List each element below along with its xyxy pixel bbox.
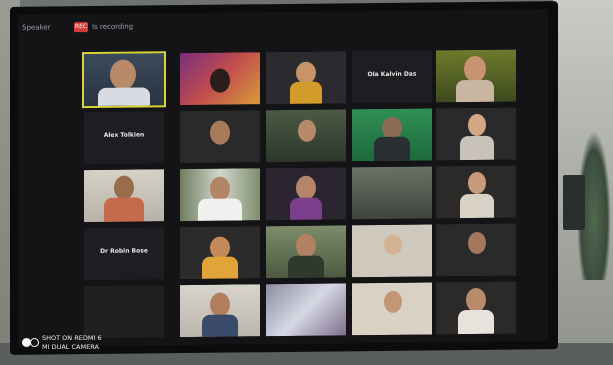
- participant-tile[interactable]: [180, 52, 260, 106]
- participant-tile[interactable]: [82, 51, 166, 109]
- participant-tile[interactable]: [436, 107, 516, 161]
- recording-status: Is recording: [92, 22, 134, 32]
- participant-display-name: Alex Tolkien: [103, 131, 145, 139]
- camera-watermark: SHOT ON REDMI 6 MI DUAL CAMERA: [42, 334, 102, 352]
- recording-badge: REC: [74, 22, 88, 33]
- watermark-line-2: MI DUAL CAMERA: [42, 343, 99, 351]
- participant-tile[interactable]: [266, 109, 346, 163]
- participant-tile[interactable]: [84, 169, 164, 223]
- video-call-screen: Speaker REC Is recording Ola Kalvin Das …: [18, 9, 548, 347]
- participant-tile[interactable]: [180, 284, 260, 338]
- view-mode-button[interactable]: Speaker: [22, 23, 50, 31]
- participant-tile[interactable]: [266, 225, 346, 279]
- participant-tile[interactable]: [352, 224, 432, 278]
- participant-tile[interactable]: [352, 108, 432, 162]
- participant-tile[interactable]: Dr Robin Bose: [84, 227, 164, 281]
- participant-tile[interactable]: [436, 49, 516, 103]
- participant-tile[interactable]: [266, 167, 346, 221]
- participant-tile[interactable]: [180, 226, 260, 280]
- meeting-toolbar: Speaker REC Is recording: [18, 9, 548, 41]
- participant-tile[interactable]: [436, 165, 516, 219]
- participant-tile[interactable]: Ola Kalvin Das: [352, 50, 432, 104]
- participant-tile[interactable]: [352, 282, 432, 336]
- participant-display-name: Ola Kalvin Das: [367, 70, 417, 79]
- camera-watermark-icon: [22, 336, 39, 348]
- participant-tile[interactable]: [180, 168, 260, 222]
- participant-tile[interactable]: [436, 281, 516, 335]
- participant-tile[interactable]: [352, 166, 432, 220]
- participant-tile[interactable]: Alex Tolkien: [84, 111, 164, 165]
- monitor: Speaker REC Is recording Ola Kalvin Das …: [10, 1, 558, 355]
- participant-grid: Ola Kalvin Das Alex Tolkien Dr Robin Bos…: [82, 49, 516, 339]
- speaker-stand: [563, 175, 585, 230]
- participant-display-name: Dr Robin Bose: [100, 247, 148, 255]
- participant-tile[interactable]: [180, 110, 260, 164]
- participant-tile[interactable]: [266, 283, 346, 337]
- watermark-line-1: SHOT ON REDMI 6: [42, 334, 102, 342]
- participant-tile[interactable]: [266, 51, 346, 105]
- participant-tile[interactable]: [84, 285, 164, 339]
- participant-tile[interactable]: [436, 223, 516, 277]
